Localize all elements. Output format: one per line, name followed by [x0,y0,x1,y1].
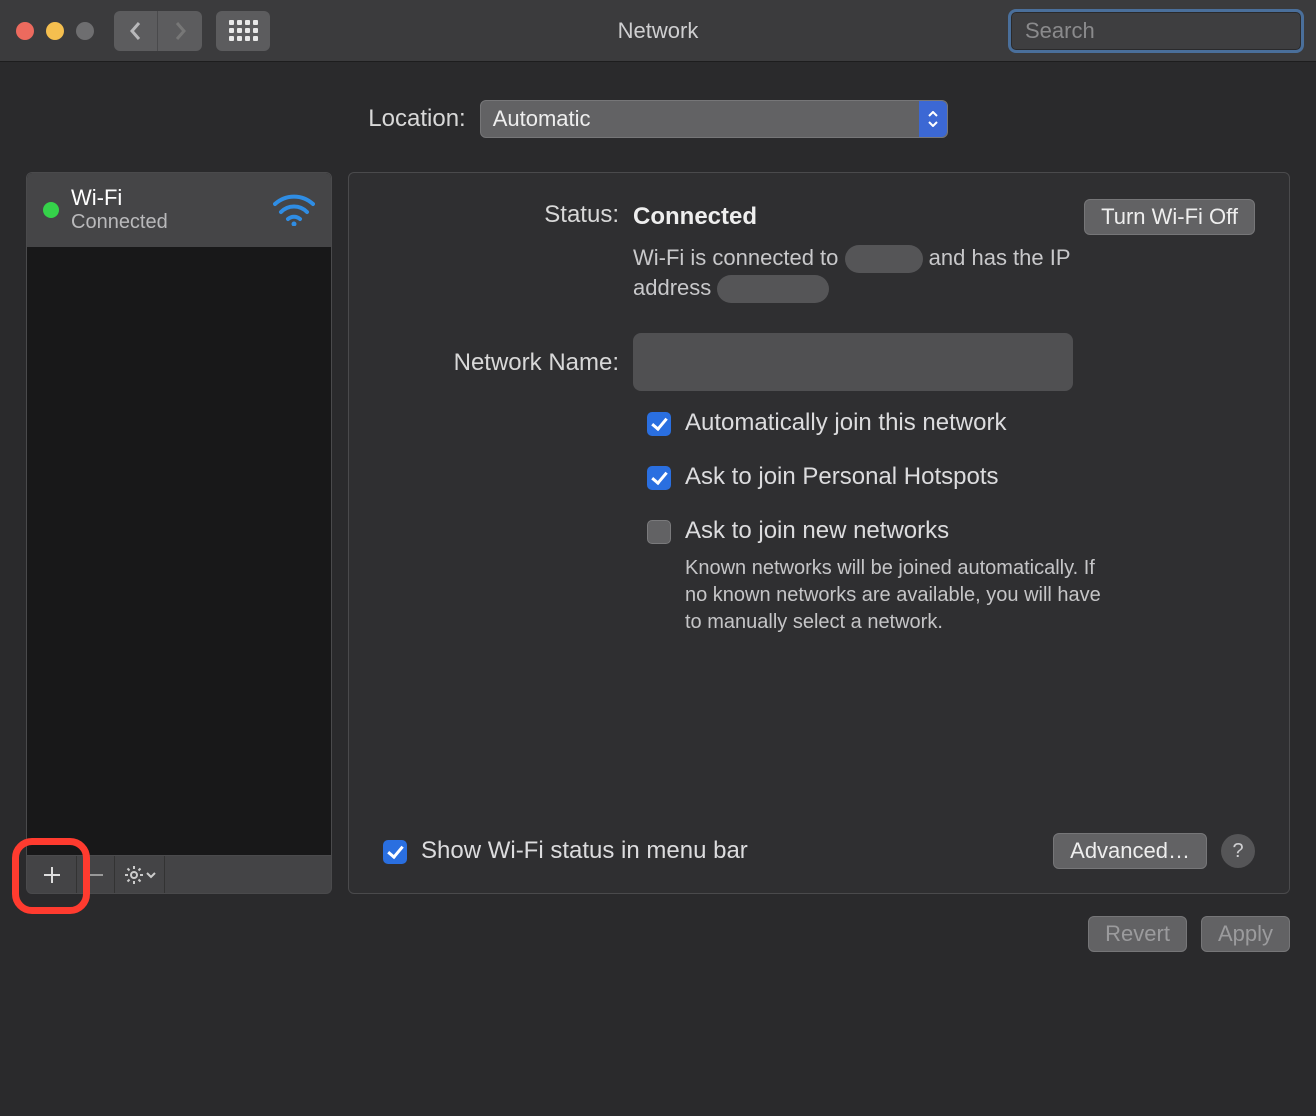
search-input[interactable] [1025,18,1313,44]
service-list[interactable]: Wi-Fi Connected [26,172,332,856]
zoom-window-button [76,22,94,40]
hotspot-label: Ask to join Personal Hotspots [685,463,999,491]
search-field[interactable] [1008,9,1304,53]
close-window-button[interactable] [16,22,34,40]
auto-join-checkbox[interactable] [647,412,671,436]
minimize-window-button[interactable] [46,22,64,40]
location-label: Location: [368,105,465,133]
select-stepper-icon [919,101,947,137]
service-actions-button[interactable] [115,856,165,893]
auto-join-row[interactable]: Automatically join this network [647,409,1255,437]
chevron-down-icon [146,871,156,879]
status-description: Wi-Fi is connected to and has the IP add… [633,243,1073,303]
service-status: Connected [71,211,261,234]
hotspot-checkbox[interactable] [647,466,671,490]
new-networks-hint: Known networks will be joined automatica… [685,555,1105,636]
wifi-icon [273,194,315,226]
remove-service-button[interactable] [77,856,115,893]
wifi-toggle-button[interactable]: Turn Wi-Fi Off [1084,199,1255,235]
status-value: Connected [633,203,757,231]
back-button[interactable] [114,11,158,51]
menubar-checkbox[interactable] [383,840,407,864]
service-sidebar: Wi-Fi Connected [26,172,332,894]
network-name-label: Network Name: [383,347,633,377]
service-name: Wi-Fi [71,186,261,210]
new-networks-label: Ask to join new networks [685,517,949,544]
sidebar-toolbar [26,856,332,894]
window-footer: Revert Apply [0,894,1316,952]
window-controls [16,22,94,40]
hotspot-row[interactable]: Ask to join Personal Hotspots [647,463,1255,491]
revert-button[interactable]: Revert [1088,916,1187,952]
location-row: Location: Automatic [0,100,1316,138]
apply-button[interactable]: Apply [1201,916,1290,952]
new-networks-checkbox[interactable] [647,520,671,544]
help-button[interactable]: ? [1221,834,1255,868]
location-select[interactable]: Automatic [480,100,948,138]
advanced-button[interactable]: Advanced… [1053,833,1207,869]
grid-icon [229,20,258,41]
status-label: Status: [383,199,633,229]
menubar-label: Show Wi-Fi status in menu bar [421,837,748,865]
network-name-select[interactable] [633,333,1073,391]
minus-icon [88,867,104,883]
menubar-row[interactable]: Show Wi-Fi status in menu bar [383,837,748,865]
service-row-wifi[interactable]: Wi-Fi Connected [27,173,331,247]
redacted-ip [717,275,829,303]
status-dot-icon [43,202,59,218]
location-value: Automatic [493,106,591,132]
forward-button[interactable] [158,11,202,51]
plus-icon [43,866,61,884]
redacted-ssid [845,245,923,273]
add-service-button[interactable] [27,856,77,893]
nav-buttons [114,11,202,51]
window-title: Network [618,18,699,44]
gear-icon [124,865,144,885]
show-all-button[interactable] [216,11,270,51]
detail-panel: Status: Connected Turn Wi-Fi Off Wi-Fi i… [348,172,1290,894]
titlebar: Network [0,0,1316,62]
auto-join-label: Automatically join this network [685,409,1006,437]
new-networks-row[interactable]: Ask to join new networks Known networks … [647,517,1255,636]
